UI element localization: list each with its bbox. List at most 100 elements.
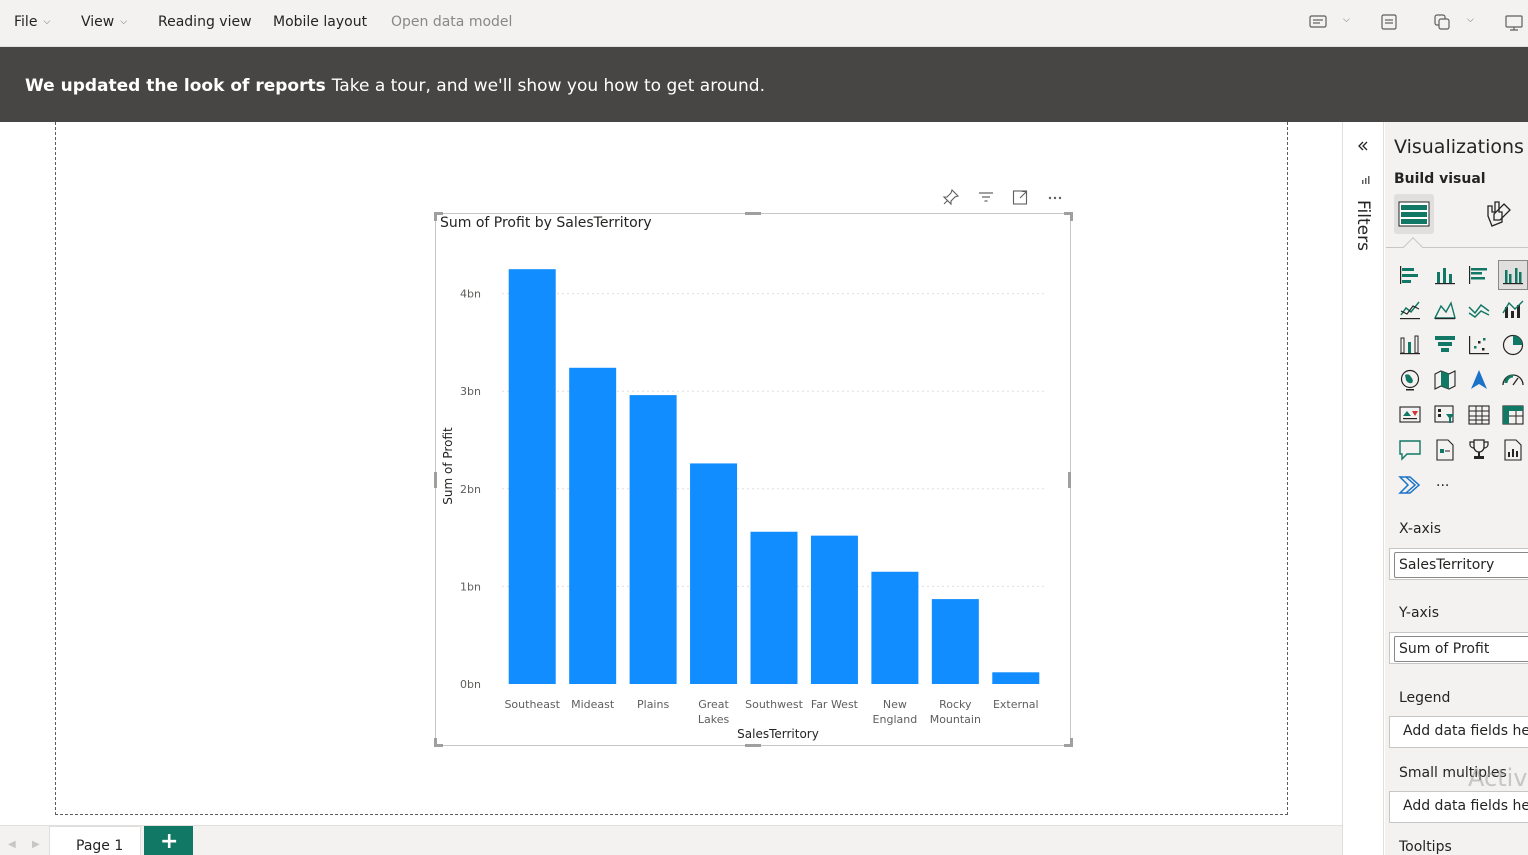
open-data-model-button[interactable]: Open data model: [391, 14, 512, 30]
y-tick-label: 0bn: [460, 678, 481, 691]
copy-icon[interactable]: [1432, 12, 1452, 32]
clustered-column-chart-icon[interactable]: [1500, 262, 1526, 288]
reading-view-button[interactable]: Reading view: [158, 14, 252, 30]
build-visual-tab[interactable]: [1394, 194, 1434, 234]
chevron-down-icon[interactable]: ⌵: [1343, 15, 1350, 25]
banner-message[interactable]: We updated the look of reports Take a tou…: [25, 76, 765, 96]
chevron-down-icon[interactable]: ⌵: [1467, 15, 1474, 25]
area-chart-icon[interactable]: [1432, 297, 1458, 323]
bar[interactable]: [569, 367, 617, 684]
scroll-left-icon[interactable]: ◀: [8, 839, 16, 850]
banner-bold-text: We updated the look of reports: [25, 76, 326, 96]
table-icon[interactable]: [1466, 402, 1492, 428]
legend-placeholder: Add data fields here: [1403, 723, 1528, 739]
chart-title: Sum of Profit by SalesTerritory: [440, 215, 652, 231]
chevron-down-icon: ⌵: [120, 17, 128, 27]
collapse-double-chevron-icon[interactable]: [1356, 139, 1370, 153]
page-tab-1[interactable]: Page 1: [49, 826, 141, 855]
menu-bar: File ⌵ View ⌵ Reading view Mobile layout O…: [0, 0, 1528, 47]
clustered-bar-chart-icon[interactable]: [1466, 262, 1492, 288]
power-automate-icon[interactable]: [1397, 472, 1423, 498]
bar[interactable]: [871, 571, 919, 684]
smart-narrative-icon[interactable]: [1432, 437, 1458, 463]
small-multiples-placeholder: Add data fields here: [1403, 798, 1528, 814]
build-visual-label: Build visual: [1394, 171, 1486, 187]
small-multiples-well[interactable]: Add data fields here: [1389, 791, 1528, 823]
y-axis-field-name: Sum of Profit: [1399, 641, 1490, 657]
y-axis-field-chip[interactable]: Sum of Profit: [1394, 636, 1528, 662]
plus-icon: +: [160, 829, 179, 854]
qa-visual-icon[interactable]: [1397, 437, 1423, 463]
x-tick-label: Rocky: [939, 698, 972, 711]
y-tick-label: 3bn: [460, 385, 481, 398]
x-tick-label: Mountain: [930, 713, 981, 726]
menu-file-label: File: [14, 14, 38, 30]
matrix-icon[interactable]: [1500, 402, 1526, 428]
gauge-icon[interactable]: [1500, 367, 1526, 393]
more-visuals-button[interactable]: ...: [1436, 474, 1449, 490]
scatter-chart-icon[interactable]: [1466, 332, 1492, 358]
menu-view[interactable]: View ⌵: [81, 14, 127, 30]
x-tick-label: New: [883, 698, 907, 711]
focus-mode-icon[interactable]: [1011, 188, 1029, 206]
filter-icon[interactable]: [977, 188, 995, 206]
add-page-button[interactable]: +: [144, 826, 193, 855]
menu-view-label: View: [81, 14, 115, 30]
activation-watermark: Activa: [1468, 764, 1528, 792]
ribbon-chart-icon[interactable]: [1397, 332, 1423, 358]
stacked-bar-chart-icon[interactable]: [1397, 262, 1423, 288]
bar[interactable]: [629, 395, 677, 684]
x-tick-label: Lakes: [698, 713, 730, 726]
stacked-column-chart-icon[interactable]: [1432, 262, 1458, 288]
x-tick-label: Mideast: [571, 698, 615, 711]
line-chart-icon[interactable]: [1397, 297, 1423, 323]
bar[interactable]: [992, 672, 1040, 684]
mobile-layout-button[interactable]: Mobile layout: [273, 14, 367, 30]
chart-plot-area: 0bn 1bn 2bn 3bn 4bn Southeast Mideast Plains Gre…: [441, 269, 1046, 741]
menu-file[interactable]: File ⌵: [14, 14, 50, 30]
visual-header: [940, 188, 1070, 208]
bar[interactable]: [690, 463, 738, 684]
pie-chart-icon[interactable]: [1500, 332, 1526, 358]
paginated-report-icon[interactable]: [1500, 437, 1526, 463]
y-axis-title: Sum of Profit: [441, 427, 455, 505]
bar[interactable]: [810, 535, 858, 684]
trophy-icon[interactable]: [1466, 437, 1492, 463]
slicer-icon[interactable]: [1432, 402, 1458, 428]
format-visual-icon[interactable]: [1482, 196, 1514, 232]
scroll-right-icon[interactable]: ▶: [32, 839, 40, 850]
bar[interactable]: [931, 599, 979, 684]
resize-handle[interactable]: [745, 744, 761, 747]
resize-handle[interactable]: [1070, 212, 1073, 221]
x-tick-label: Southwest: [745, 698, 803, 711]
y-axis-label: Y-axis: [1399, 605, 1439, 621]
azure-map-icon[interactable]: [1466, 367, 1492, 393]
y-tick-label: 4bn: [460, 288, 481, 301]
legend-well[interactable]: Add data fields here: [1389, 716, 1528, 748]
chevron-down-icon: ⌵: [43, 17, 51, 27]
tooltips-label: Tooltips: [1399, 839, 1452, 855]
pin-icon[interactable]: [942, 188, 960, 206]
filled-map-icon[interactable]: [1432, 367, 1458, 393]
filters-pane-label[interactable]: Filters: [1353, 200, 1373, 251]
bar[interactable]: [508, 269, 556, 684]
update-banner: We updated the look of reports Take a tou…: [0, 47, 1528, 122]
kpi-icon[interactable]: [1397, 402, 1423, 428]
resize-handle[interactable]: [745, 212, 761, 215]
stacked-area-chart-icon[interactable]: [1466, 297, 1492, 323]
x-axis-field-chip[interactable]: SalesTerritory: [1394, 552, 1528, 578]
notes-icon[interactable]: [1379, 12, 1399, 32]
present-icon[interactable]: [1504, 12, 1524, 32]
line-and-column-chart-icon[interactable]: [1500, 297, 1526, 323]
resize-handle[interactable]: [1070, 738, 1073, 747]
map-icon[interactable]: [1397, 367, 1423, 393]
more-options-icon[interactable]: [1046, 188, 1064, 206]
funnel-chart-icon[interactable]: [1432, 332, 1458, 358]
resize-handle[interactable]: [434, 212, 437, 221]
bar[interactable]: [750, 531, 798, 684]
comment-icon[interactable]: [1308, 12, 1328, 32]
page-tab-bar: ◀ ▶: [0, 825, 1342, 855]
legend-label: Legend: [1399, 690, 1451, 706]
x-tick-label: Southeast: [504, 698, 560, 711]
page-tab-label: Page 1: [76, 838, 124, 854]
